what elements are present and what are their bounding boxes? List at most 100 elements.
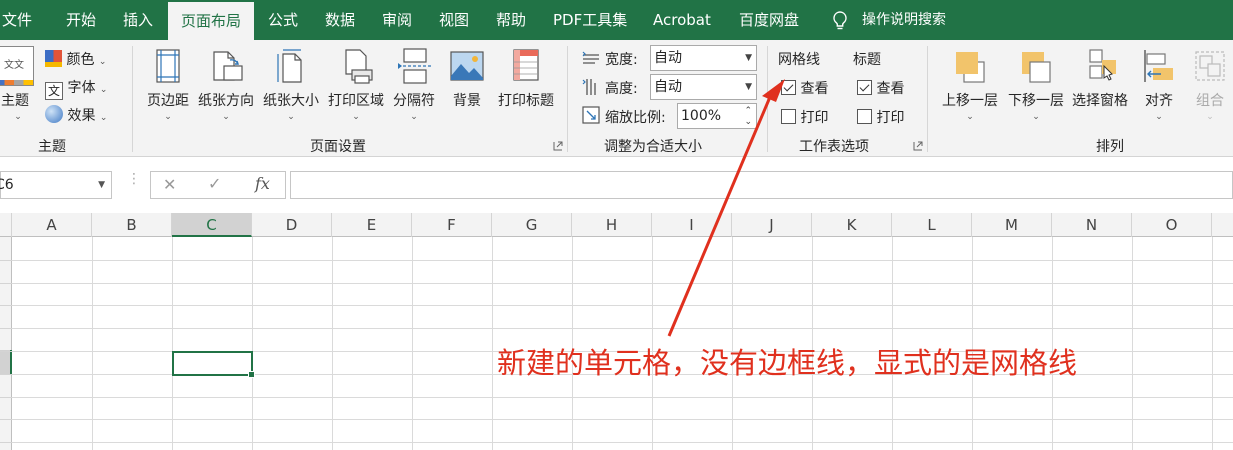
size-button[interactable]: 纸张大小 ⌄ <box>260 46 322 132</box>
column-header-b[interactable]: B <box>92 213 172 237</box>
active-cell[interactable] <box>172 351 255 378</box>
effects-label: 效果 <box>67 108 96 124</box>
width-icon <box>582 51 599 64</box>
column-header-h[interactable]: H <box>572 213 652 237</box>
gridlines-view-checkbox[interactable]: 查看 <box>781 78 828 98</box>
fonts-button[interactable]: 文 字体 ⌄ <box>45 77 107 100</box>
column-header-a[interactable]: A <box>12 213 92 237</box>
height-value: 自动 <box>654 79 682 95</box>
column-header-c[interactable]: C <box>172 213 252 237</box>
tab-review[interactable]: 审阅 <box>382 0 412 40</box>
formula-bar: C6 ▼ ⋮ ✕ ✓ fx <box>0 158 1233 212</box>
row-header-selected[interactable] <box>0 350 12 375</box>
column-header-e[interactable]: E <box>332 213 412 237</box>
breaks-button[interactable]: 分隔符 ⌄ <box>390 46 438 132</box>
height-label: 高度: <box>605 81 638 97</box>
row-header-divider <box>0 328 12 329</box>
column-header-m[interactable]: M <box>972 213 1052 237</box>
chevron-down-icon: ⌄ <box>98 57 107 67</box>
name-box-value: C6 <box>0 177 14 193</box>
tab-view[interactable]: 视图 <box>439 0 469 40</box>
margins-button[interactable]: 页边距 ⌄ <box>143 46 193 132</box>
column-header-g[interactable]: G <box>492 213 572 237</box>
dropdown-arrow-icon: ▼ <box>745 53 752 63</box>
bring-forward-button[interactable]: 上移一层 ⌄ <box>938 46 1002 132</box>
column-header-n[interactable]: N <box>1052 213 1132 237</box>
lightbulb-icon <box>833 11 847 30</box>
ribbon-tab-bar: 文件 开始 插入 页面布局 公式 数据 审阅 视图 帮助 PDF工具集 Acro… <box>0 0 1233 40</box>
selection-pane-button[interactable]: 选择窗格 <box>1069 46 1131 132</box>
scale-group-label: 调整为合适大小 <box>604 139 702 155</box>
send-backward-button[interactable]: 下移一层 ⌄ <box>1004 46 1068 132</box>
height-select[interactable]: 自动 ▼ <box>650 74 757 100</box>
effects-button[interactable]: 效果 ⌄ <box>45 105 107 125</box>
height-icon <box>582 79 596 95</box>
row-header-divider <box>0 419 12 420</box>
background-button[interactable]: 背景 <box>445 46 489 132</box>
print-titles-button[interactable]: 打印标题 <box>493 46 559 132</box>
orientation-icon <box>213 51 243 81</box>
spin-down-icon[interactable]: ⌄ <box>744 110 752 134</box>
tab-page-layout[interactable]: 页面布局 <box>168 2 254 40</box>
formula-input[interactable] <box>290 171 1233 199</box>
column-header-i[interactable]: I <box>652 213 732 237</box>
tab-pdf-tools[interactable]: PDF工具集 <box>553 0 627 40</box>
column-header-l[interactable]: L <box>892 213 972 237</box>
tab-baidu-netdisk[interactable]: 百度网盘 <box>739 0 799 40</box>
cancel-icon[interactable]: ✕ <box>163 175 176 194</box>
themes-label: 主题 <box>1 93 29 109</box>
tab-file[interactable]: 文件 <box>0 0 38 40</box>
column-header-k[interactable]: K <box>812 213 892 237</box>
tab-formulas[interactable]: 公式 <box>268 0 298 40</box>
tab-home[interactable]: 开始 <box>66 0 96 40</box>
selection-pane-label: 选择窗格 <box>1072 93 1128 109</box>
gridlines-print-checkbox[interactable]: 打印 <box>781 107 828 127</box>
row-header-divider <box>0 305 12 306</box>
group-objects-icon <box>1195 51 1225 81</box>
enter-icon[interactable]: ✓ <box>208 174 221 193</box>
width-value: 自动 <box>654 50 682 66</box>
formula-bar-resize-icon[interactable]: ⋮ <box>127 172 141 186</box>
align-icon <box>1144 50 1173 82</box>
dialog-launcher-icon[interactable] <box>913 141 923 151</box>
chevron-down-icon: ⌄ <box>1032 112 1040 122</box>
selection-pane-icon <box>1089 49 1116 81</box>
scale-spinner[interactable]: 100% ⌃ ⌄ <box>677 103 757 129</box>
select-all-corner[interactable] <box>0 213 12 237</box>
align-button[interactable]: 对齐 ⌄ <box>1139 46 1179 132</box>
insert-function-icon[interactable]: fx <box>255 174 270 193</box>
row-header-divider <box>0 397 12 398</box>
themes-icon: 文文 <box>0 46 34 86</box>
column-header-j[interactable]: J <box>732 213 812 237</box>
tab-insert[interactable]: 插入 <box>123 0 153 40</box>
column-header-o[interactable]: O <box>1132 213 1212 237</box>
row-header-divider <box>0 283 12 284</box>
effects-icon <box>45 105 63 123</box>
headings-print-checkbox[interactable]: 打印 <box>857 107 904 127</box>
headings-view-checkbox[interactable]: 查看 <box>857 78 904 98</box>
dialog-launcher-icon[interactable] <box>553 141 563 151</box>
name-box[interactable]: C6 ▼ <box>0 171 112 199</box>
fonts-icon: 文 <box>45 82 63 100</box>
column-header-f[interactable]: F <box>412 213 492 237</box>
bring-forward-label: 上移一层 <box>942 93 998 109</box>
themes-group-label: 主题 <box>38 139 66 155</box>
orientation-button[interactable]: 纸张方向 ⌄ <box>195 46 257 132</box>
tab-help[interactable]: 帮助 <box>496 0 526 40</box>
themes-button[interactable]: 文文 主题 ⌄ <box>0 46 36 132</box>
scale-value: 100% <box>681 108 722 124</box>
column-header-d[interactable]: D <box>252 213 332 237</box>
tell-me-search[interactable]: 操作说明搜索 <box>862 0 946 40</box>
print-area-button[interactable]: 打印区域 ⌄ <box>325 46 387 132</box>
background-image-icon <box>450 51 484 81</box>
chevron-down-icon: ⌄ <box>164 112 172 122</box>
width-select[interactable]: 自动 ▼ <box>650 45 757 71</box>
tab-data[interactable]: 数据 <box>325 0 355 40</box>
page-size-icon <box>277 49 302 83</box>
tab-acrobat[interactable]: Acrobat <box>653 0 711 40</box>
chevron-down-icon: ⌄ <box>1206 112 1214 122</box>
margins-label: 页边距 <box>147 93 189 109</box>
group-objects-button[interactable]: 组合 ⌄ <box>1188 46 1232 132</box>
colors-button[interactable]: 颜色 ⌄ <box>45 49 106 69</box>
print-titles-icon <box>513 49 539 81</box>
